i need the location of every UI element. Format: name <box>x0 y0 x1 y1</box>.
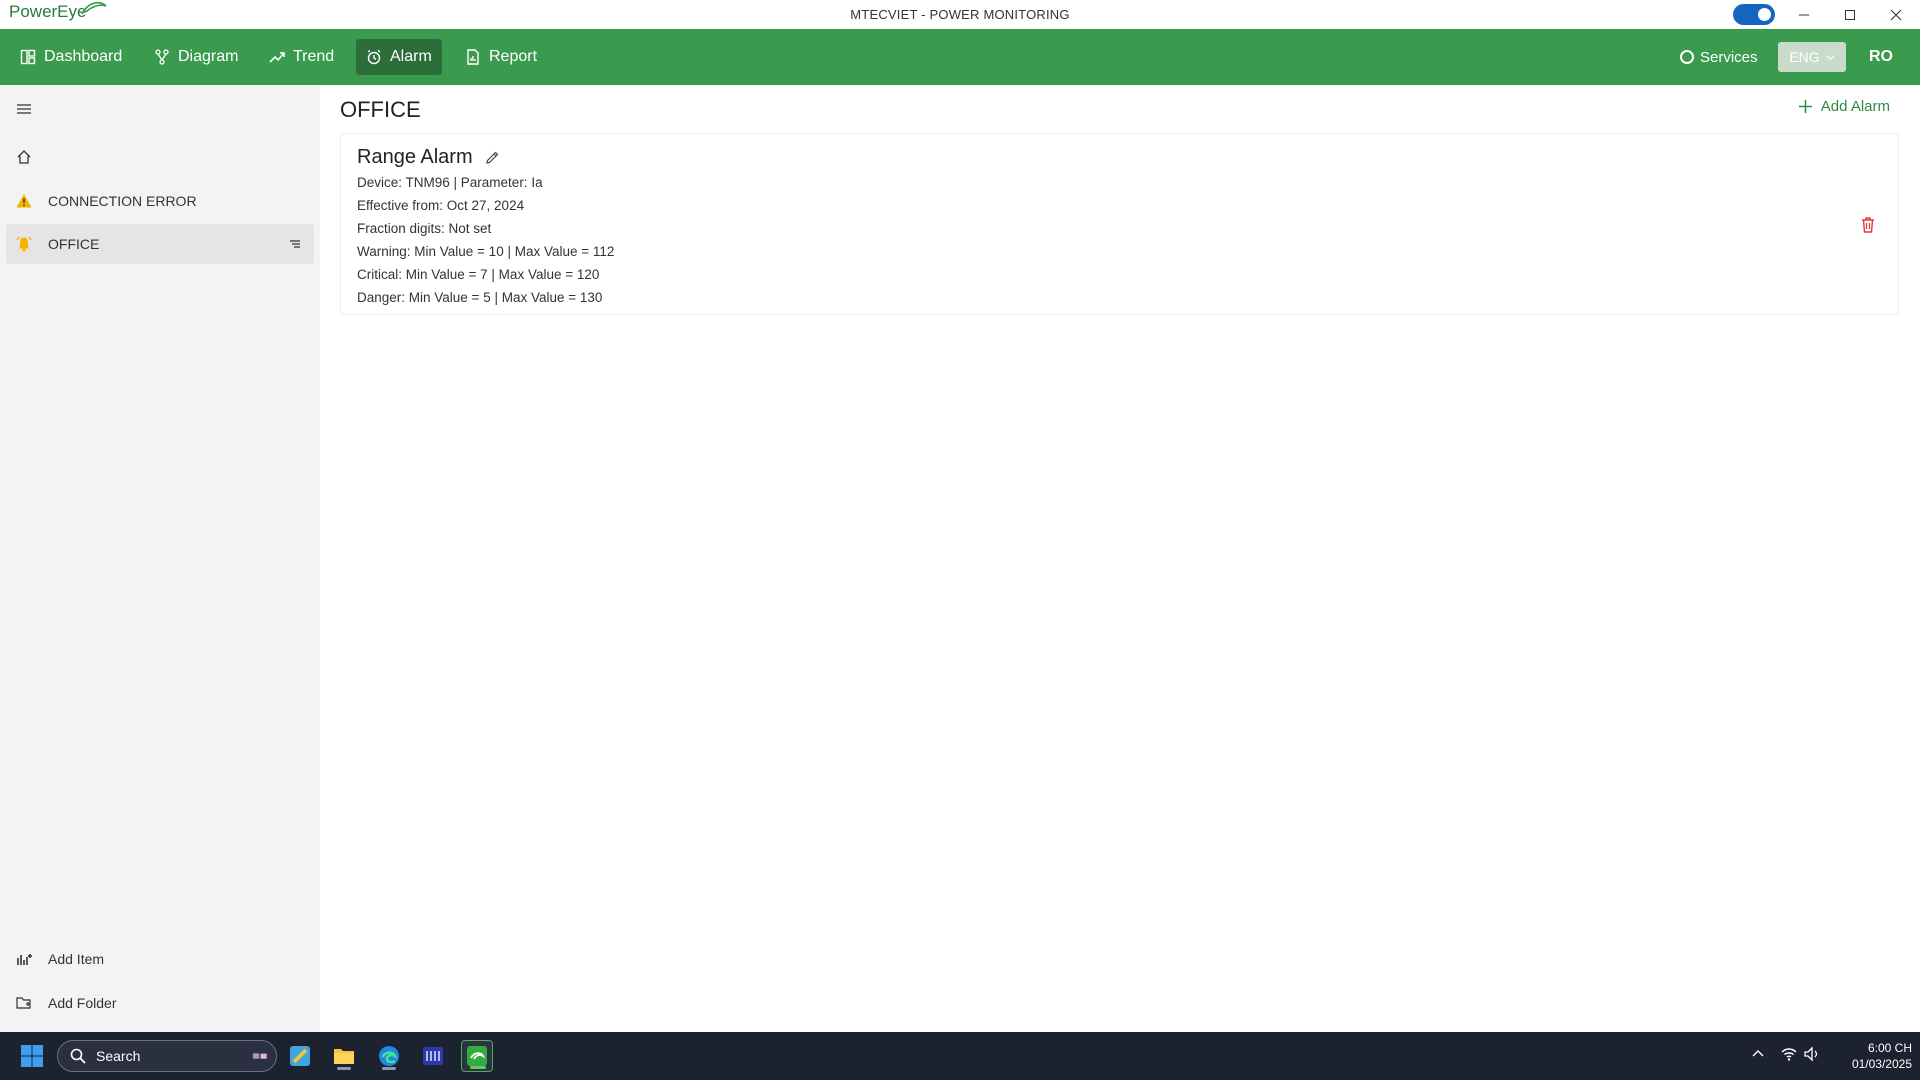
alarm-effective-line: Effective from: Oct 27, 2024 <box>357 198 525 213</box>
nav-report-label: Report <box>489 48 538 65</box>
sidebar-item-connection-error[interactable]: CONNECTION ERROR <box>6 181 314 221</box>
hamburger-menu-icon <box>17 104 31 114</box>
warning-icon <box>16 194 32 208</box>
taskbar-powereye[interactable] <box>461 1040 493 1072</box>
close-icon <box>1890 9 1902 20</box>
alarm-critical-line: Critical: Min Value = 7 | Max Value = 12… <box>357 267 600 282</box>
user-avatar[interactable]: RO <box>1862 38 1900 76</box>
maximize-button[interactable] <box>1827 0 1873 29</box>
language-select[interactable]: ENG <box>1778 42 1846 72</box>
clock-time: 6:00 CH <box>1867 1041 1912 1055</box>
paint-app-icon <box>290 1046 310 1066</box>
nav-trend-label: Trend <box>293 48 335 65</box>
clock-date: 01/03/2025 <box>1851 1057 1912 1071</box>
taskbar-file-explorer[interactable] <box>328 1040 360 1072</box>
nav-alarm[interactable]: Alarm <box>356 39 442 75</box>
home-icon <box>17 150 31 164</box>
add-folder-button[interactable]: Add Folder <box>6 983 314 1023</box>
diagram-icon <box>155 49 169 65</box>
calendar-app-icon <box>423 1047 443 1065</box>
nav-dashboard[interactable]: Dashboard <box>10 39 132 75</box>
sidebar-item-office[interactable]: OFFICE <box>6 224 314 264</box>
taskbar-app-calendar[interactable] <box>417 1040 449 1072</box>
taskbar-app-store[interactable] <box>284 1040 316 1072</box>
services-status-icon <box>1680 50 1694 64</box>
add-folder-icon <box>16 997 31 1009</box>
search-icon <box>70 1048 86 1064</box>
trend-icon <box>269 52 285 63</box>
alarm-title-row: Range Alarm <box>357 146 500 169</box>
plus-icon <box>1798 100 1812 113</box>
report-icon <box>467 49 479 65</box>
delete-trash-icon[interactable] <box>1860 216 1876 234</box>
close-button[interactable] <box>1873 0 1919 29</box>
minimize-button[interactable] <box>1781 0 1827 29</box>
alarm-device-line: Device: TNM96 | Parameter: Ia <box>357 175 543 190</box>
taskbar-search[interactable]: Search <box>57 1040 277 1072</box>
chevron-up-icon[interactable] <box>1749 1045 1767 1063</box>
nav-trend[interactable]: Trend <box>259 39 344 75</box>
chevron-down-icon <box>1826 54 1835 60</box>
sidebar-item-home[interactable] <box>6 137 314 177</box>
powereye-app-icon <box>467 1046 487 1066</box>
language-value: ENG <box>1789 49 1820 65</box>
search-label: Search <box>96 1048 141 1064</box>
running-indicator <box>337 1067 351 1070</box>
alarm-title: Range Alarm <box>357 146 473 168</box>
search-highlight-icon <box>252 1053 267 1059</box>
nav-report[interactable]: Report <box>455 39 547 75</box>
services-status[interactable]: Services <box>1680 39 1758 75</box>
add-alarm-button[interactable]: Add Alarm <box>1798 98 1890 115</box>
taskbar-edge[interactable] <box>373 1040 405 1072</box>
nav-dashboard-label: Dashboard <box>44 48 123 65</box>
running-indicator <box>470 1066 486 1069</box>
title-bar: PowerEye MTECVIET - POWER MONITORING <box>0 0 1920 29</box>
add-folder-label: Add Folder <box>48 995 117 1011</box>
sidebar-item-label: CONNECTION ERROR <box>48 193 197 209</box>
alarm-card: Range Alarm Device: TNM96 | Parameter: I… <box>340 133 1899 315</box>
sidebar-item-label: OFFICE <box>48 236 100 252</box>
alarm-fraction-line: Fraction digits: Not set <box>357 221 492 236</box>
bell-icon <box>16 236 32 252</box>
alarm-danger-line: Danger: Min Value = 5 | Max Value = 130 <box>357 290 603 305</box>
add-item-label: Add Item <box>48 951 105 967</box>
add-alarm-label: Add Alarm <box>1820 98 1890 115</box>
page-title: OFFICE <box>340 97 421 122</box>
services-label: Services <box>1700 48 1758 66</box>
running-indicator <box>382 1067 396 1070</box>
theme-toggle[interactable] <box>1733 4 1775 25</box>
item-menu-icon[interactable] <box>288 237 302 251</box>
taskbar: Search 6:00 CH 01/03/2025 <box>0 1032 1920 1080</box>
top-nav: Dashboard Diagram Trend Alarm Report Ser… <box>0 29 1920 85</box>
edit-pencil-icon[interactable] <box>485 150 500 165</box>
speaker-icon[interactable] <box>1803 1045 1821 1063</box>
taskbar-clock[interactable]: 6:00 CH 01/03/2025 <box>1832 1040 1912 1072</box>
main-content: OFFICE Add Alarm Range Alarm Device: TNM… <box>320 85 1920 1032</box>
add-item-icon <box>17 954 32 965</box>
wifi-icon[interactable] <box>1780 1045 1798 1063</box>
sidebar: CONNECTION ERROR OFFICE Add Item Add Fol… <box>0 85 320 1032</box>
maximize-icon <box>1845 9 1855 20</box>
edge-browser-icon <box>379 1046 399 1066</box>
windows-start-icon <box>21 1045 43 1067</box>
sidebar-menu-toggle[interactable] <box>6 89 314 129</box>
nav-diagram[interactable]: Diagram <box>144 39 248 75</box>
minimize-icon <box>1799 14 1809 15</box>
dashboard-icon <box>20 49 36 65</box>
start-button[interactable] <box>16 1040 48 1072</box>
window-title: MTECVIET - POWER MONITORING <box>850 7 1070 22</box>
alarm-warning-line: Warning: Min Value = 10 | Max Value = 11… <box>357 244 615 259</box>
add-item-button[interactable]: Add Item <box>6 939 314 979</box>
nav-diagram-label: Diagram <box>178 48 239 65</box>
folder-icon <box>334 1049 354 1064</box>
nav-alarm-label: Alarm <box>390 48 432 65</box>
alarm-clock-icon <box>367 49 381 65</box>
